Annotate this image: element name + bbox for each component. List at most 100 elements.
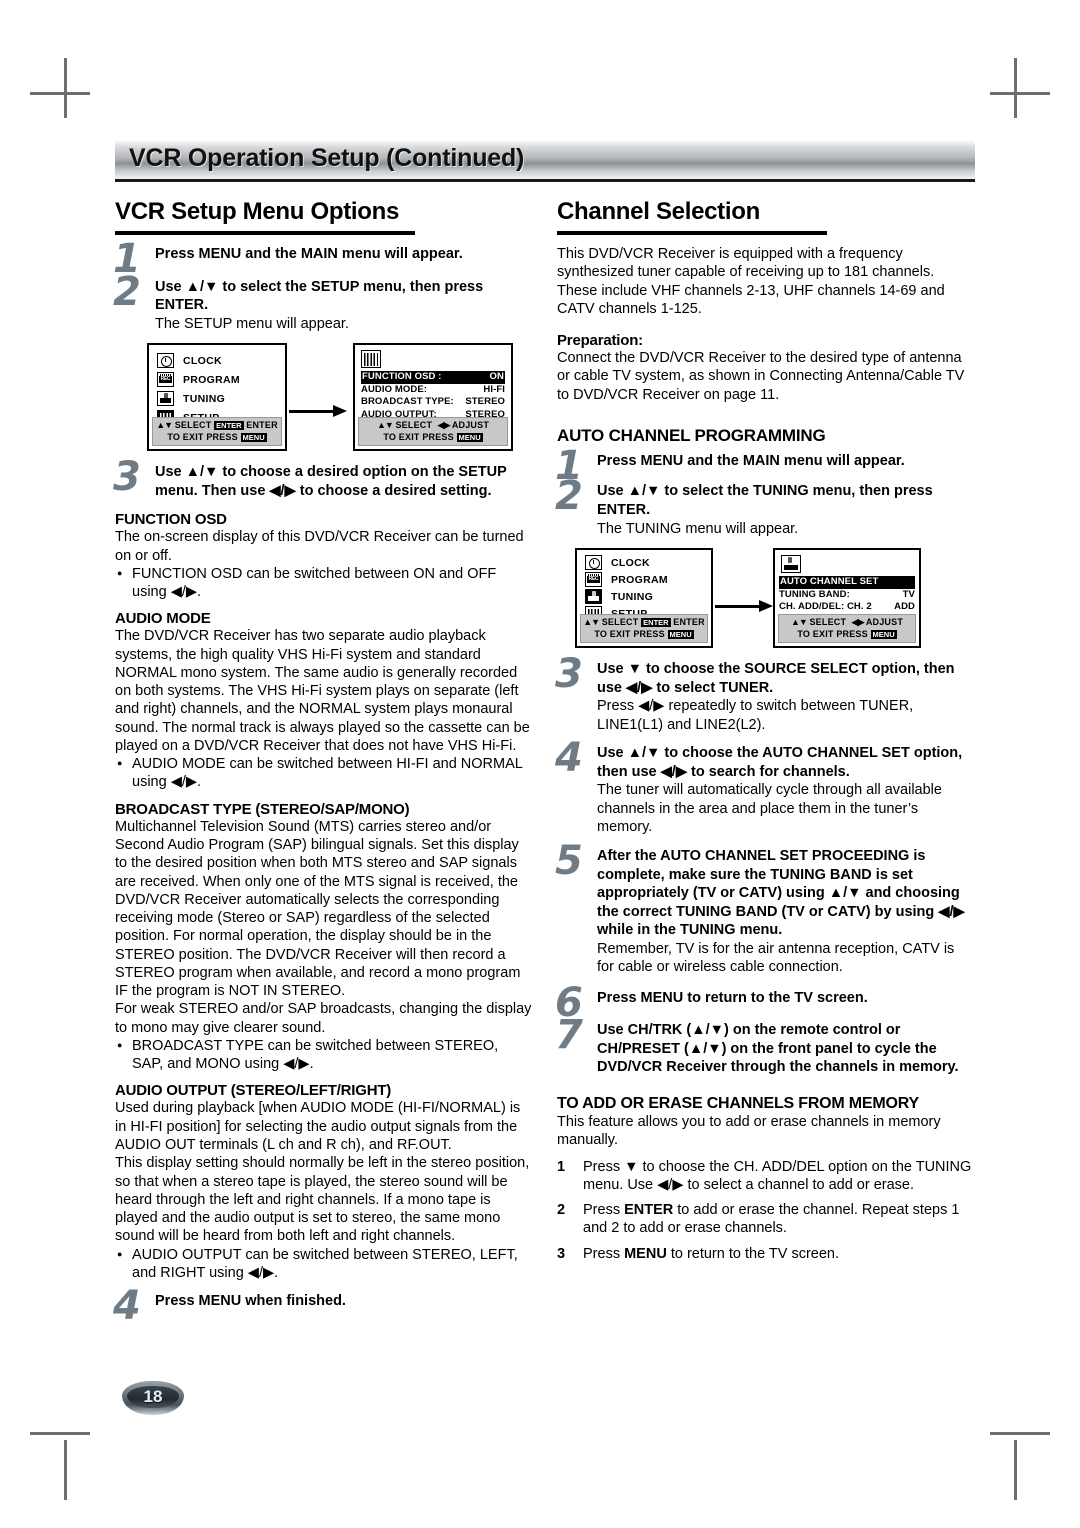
right-step-4: 4 Use ▲/▼ to choose the AUTO CHANNEL SET… bbox=[555, 738, 975, 837]
osd-hint-enter: ENTER bbox=[246, 420, 278, 431]
setting-value: STEREO bbox=[465, 396, 505, 408]
audio-output-body: Used during playback [when AUDIO MODE (H… bbox=[115, 1100, 521, 1153]
osd-row-label: PROGRAM bbox=[611, 573, 668, 586]
menu-key-badge: MENU bbox=[870, 629, 897, 639]
updown-arrows-icon: ▲▼ bbox=[376, 420, 394, 431]
crop-mark-bottom-left-horizontal bbox=[30, 1432, 90, 1435]
osd-hint-exit: TO EXIT PRESS bbox=[594, 628, 665, 639]
step-number: 4 bbox=[555, 735, 583, 782]
osd-hint-select: SELECT bbox=[174, 420, 212, 431]
left-step-1: 1 Press MENU and the MAIN menu will appe… bbox=[113, 239, 533, 279]
osd-row-label: CLOCK bbox=[611, 556, 650, 569]
list-item: 3 Press MENU to return to the TV screen. bbox=[557, 1245, 975, 1263]
menu-key-label: MENU bbox=[624, 1245, 667, 1262]
step-subtext: Press ◀/▶ repeatedly to switch between T… bbox=[597, 698, 914, 733]
osd-hint-exit: TO EXIT PRESS bbox=[383, 431, 454, 442]
bullet-item: FUNCTION OSD can be switched between ON … bbox=[115, 565, 533, 602]
bullet-item: AUDIO MODE can be switched between HI-FI… bbox=[115, 755, 533, 792]
page-number-badge: 18 bbox=[122, 1381, 184, 1415]
step-number: 7 bbox=[555, 1012, 583, 1059]
osd-setting-auto-channel-set[interactable]: AUTO CHANNEL SET bbox=[779, 576, 915, 589]
setting-key: CH. ADD/DEL: CH. 2 bbox=[779, 601, 872, 613]
clock-icon bbox=[585, 555, 602, 571]
crop-mark-bottom-right-vertical bbox=[1014, 1440, 1017, 1500]
two-column-layout: VCR Setup Menu Options 1 Press MENU and … bbox=[113, 198, 975, 1326]
step-text: Press MENU and the MAIN menu will appear… bbox=[597, 452, 905, 469]
osd-setting-broadcast-type[interactable]: BROADCAST TYPE: STEREO bbox=[361, 396, 505, 409]
osd-tuning-menu-panel: AUTO CHANNEL SET TUNING BAND: TV CH. ADD… bbox=[773, 548, 921, 649]
step-text: Use ▲/▼ to select the TUNING menu, then … bbox=[597, 483, 933, 518]
audio-output-bullets: AUDIO OUTPUT can be switched between STE… bbox=[115, 1246, 533, 1283]
osd-setting-ch-add-del[interactable]: CH. ADD/DEL: CH. 2 ADD bbox=[779, 601, 915, 614]
right-step-7: 7 Use CH/TRK (▲/▼) on the remote control… bbox=[555, 1015, 975, 1077]
updown-arrows-icon: ▲▼ bbox=[156, 420, 173, 431]
step-number: 3 bbox=[555, 651, 583, 698]
step-subtext: The tuner will automatically cycle throu… bbox=[597, 782, 942, 836]
page-header-banner: VCR Operation Setup (Continued) bbox=[115, 140, 975, 182]
osd-row-label: TUNING bbox=[183, 392, 226, 405]
step-text: Use ▲/▼ to select the SETUP menu, then p… bbox=[155, 278, 484, 314]
osd-footer-hints: ▲▼ SELECT ENTER ENTER TO EXIT PRESS MENU bbox=[580, 614, 708, 644]
auto-channel-programming-title: AUTO CHANNEL PROGRAMMING bbox=[557, 425, 826, 445]
right-step-3: 3 Use ▼ to choose the SOURCE SELECT opti… bbox=[555, 654, 975, 734]
setting-key: TUNING BAND: bbox=[779, 588, 850, 600]
step-number: 4 bbox=[113, 1283, 141, 1330]
tv-icon bbox=[781, 555, 801, 574]
function-osd-bullets: FUNCTION OSD can be switched between ON … bbox=[115, 565, 533, 602]
osd-row-program[interactable]: PROGRAM bbox=[157, 370, 285, 389]
osd-setting-lines: FUNCTION OSD : ON AUDIO MODE: HI-FI BROA… bbox=[355, 371, 511, 421]
list-item-text: Press MENU to return to the TV screen. bbox=[583, 1245, 840, 1262]
step-number: 5 bbox=[555, 837, 583, 884]
step-text: Use ▲/▼ to choose a desired option on th… bbox=[155, 464, 507, 499]
preparation-title: Preparation: bbox=[557, 332, 643, 350]
page-content: VCR Operation Setup (Continued) VCR Setu… bbox=[113, 140, 975, 1326]
osd-diagram-tuning: CLOCK PROGRAM TUNING SETUP bbox=[557, 548, 975, 649]
setting-value: HI-FI bbox=[483, 383, 505, 395]
osd-row-label: CLOCK bbox=[183, 354, 222, 367]
left-step-3: 3 Use ▲/▼ to choose a desired option on … bbox=[113, 457, 533, 500]
menu-key-badge: MENU bbox=[240, 432, 267, 442]
broadcast-type-body-2: For weak STEREO and/or SAP broadcasts, c… bbox=[115, 1001, 532, 1036]
osd-setting-function-osd[interactable]: FUNCTION OSD : ON bbox=[361, 371, 505, 384]
osd-row-clock[interactable]: CLOCK bbox=[585, 554, 711, 571]
broadcast-type-bullets: BROADCAST TYPE can be switched between S… bbox=[115, 1037, 533, 1074]
setting-value: ADD bbox=[894, 601, 915, 613]
osd-footer-hints: ▲▼ SELECT ◀▶ ADJUST TO EXIT PRESS MENU bbox=[358, 417, 508, 447]
setting-key: AUDIO MODE: bbox=[361, 383, 428, 395]
add-erase-channels-title: TO ADD OR ERASE CHANNELS FROM MEMORY bbox=[557, 1094, 919, 1112]
right-step-5: 5 After the AUTO CHANNEL SET PROCEEDING … bbox=[555, 841, 975, 977]
osd-hint-adjust: ADJUST bbox=[451, 420, 490, 431]
rec-icon bbox=[585, 572, 602, 588]
flow-arrow-icon bbox=[289, 405, 351, 418]
osd-row-tuning[interactable]: TUNING bbox=[157, 389, 285, 408]
osd-row-clock[interactable]: CLOCK bbox=[157, 351, 285, 370]
setting-key: FUNCTION OSD : bbox=[362, 371, 442, 383]
osd-setting-audio-mode[interactable]: AUDIO MODE: HI-FI bbox=[361, 384, 505, 397]
audio-mode-body: The DVD/VCR Receiver has two separate au… bbox=[115, 628, 530, 754]
setting-key: BROADCAST TYPE: bbox=[361, 396, 454, 408]
leftright-arrows-icon: ◀▶ bbox=[851, 617, 865, 628]
list-item-number: 3 bbox=[557, 1245, 566, 1262]
osd-setting-tuning-band[interactable]: TUNING BAND: TV bbox=[779, 589, 915, 602]
crop-mark-top-right-horizontal bbox=[990, 92, 1050, 95]
right-step-6: 6 Press MENU to return to the TV screen. bbox=[555, 983, 975, 1023]
updown-arrows-icon: ▲▼ bbox=[583, 617, 600, 628]
channel-selection-intro: This DVD/VCR Receiver is equipped with a… bbox=[557, 246, 945, 317]
audio-mode-bullets: AUDIO MODE can be switched between HI-FI… bbox=[115, 755, 533, 792]
step-number: 3 bbox=[113, 454, 141, 501]
bullet-item: BROADCAST TYPE can be switched between S… bbox=[115, 1037, 533, 1074]
crop-mark-top-left-vertical bbox=[64, 58, 67, 118]
osd-row-tuning[interactable]: TUNING bbox=[585, 588, 711, 605]
tv-icon bbox=[585, 589, 602, 605]
crop-mark-bottom-right-horizontal bbox=[990, 1432, 1050, 1435]
osd-row-program[interactable]: PROGRAM bbox=[585, 571, 711, 588]
crop-mark-bottom-left-vertical bbox=[64, 1440, 67, 1500]
list-item-text: Press ▼ to choose the CH. ADD/DEL option… bbox=[583, 1158, 972, 1193]
osd-main-menu-panel: CLOCK PROGRAM TUNING SETUP bbox=[147, 343, 287, 452]
page-number-text: 18 bbox=[143, 1386, 163, 1406]
step-text: After the AUTO CHANNEL SET PROCEEDING is… bbox=[597, 847, 965, 939]
crop-mark-top-left-horizontal bbox=[30, 92, 90, 95]
left-column: VCR Setup Menu Options 1 Press MENU and … bbox=[113, 198, 533, 1326]
left-step-4: 4 Press MENU when finished. bbox=[113, 1286, 533, 1326]
osd-hint-adjust: ADJUST bbox=[865, 617, 904, 628]
